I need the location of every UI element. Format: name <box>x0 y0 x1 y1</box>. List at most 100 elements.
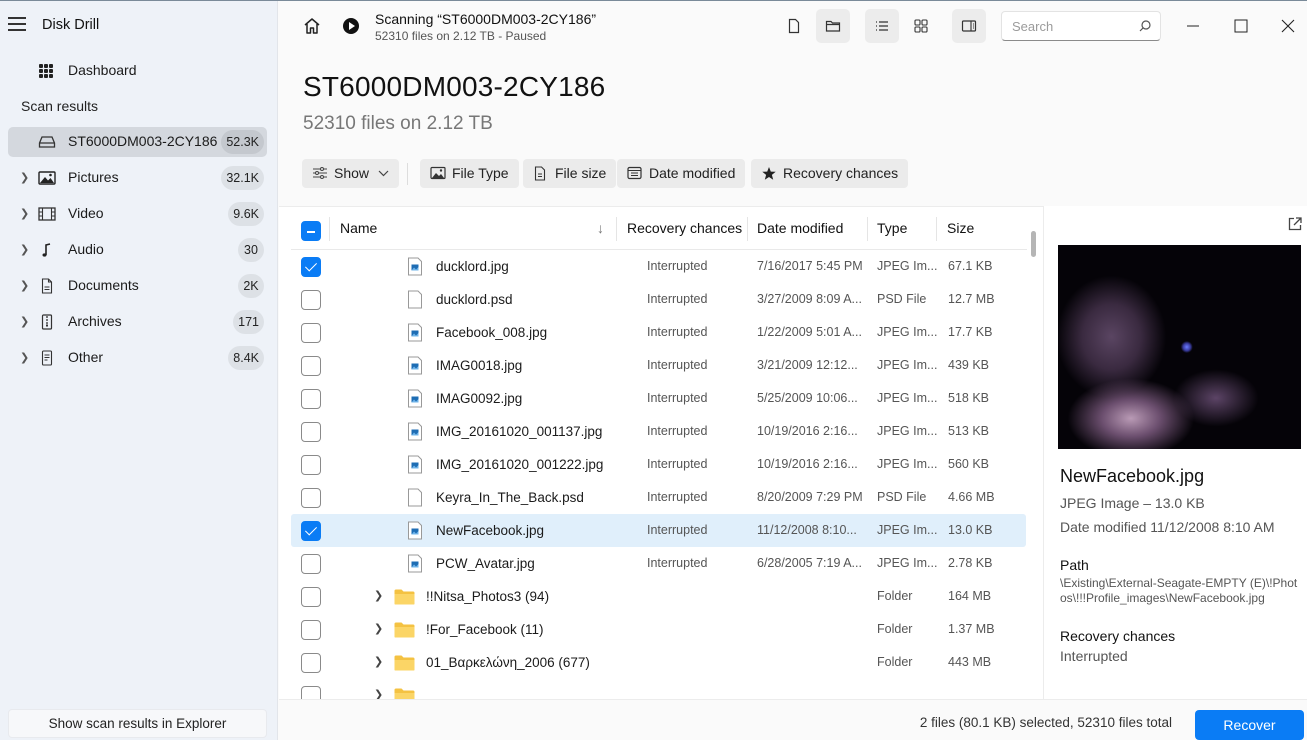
column-header-type[interactable]: Type <box>877 207 907 249</box>
file-row[interactable]: Keyra_In_The_Back.psd Interrupted 8/20/200… <box>291 481 1026 514</box>
blank-file-icon <box>408 290 422 309</box>
row-checkbox[interactable] <box>301 587 321 607</box>
preview-panel: NewFacebook.jpg JPEG Image – 13.0 KB Dat… <box>1043 206 1307 699</box>
sidebar-item-video[interactable]: ❯ Video 9.6K <box>8 199 267 229</box>
column-header-size[interactable]: Size <box>947 207 974 249</box>
file-type: Folder <box>877 589 913 603</box>
row-checkbox[interactable] <box>301 323 321 343</box>
file-view-button[interactable] <box>777 9 811 43</box>
expand-chevron-icon[interactable]: ❯ <box>374 646 383 679</box>
sidebar-item-st6000dm003-2cy186[interactable]: ST6000DM003-2CY186 52.3K <box>8 127 267 157</box>
expand-chevron-icon[interactable]: ❯ <box>374 580 383 613</box>
file-type: Folder <box>877 655 913 669</box>
sliders-icon <box>313 167 327 179</box>
select-all-checkbox[interactable] <box>301 221 321 241</box>
row-checkbox[interactable] <box>301 257 321 277</box>
vertical-scrollbar[interactable] <box>1031 231 1036 257</box>
row-checkbox[interactable] <box>301 488 321 508</box>
row-checkbox[interactable] <box>301 686 321 699</box>
row-checkbox[interactable] <box>301 356 321 376</box>
chevron-right-icon[interactable]: ❯ <box>20 207 29 220</box>
scan-title: Scanning “ST6000DM003-2CY186” <box>375 11 597 27</box>
file-size-label: File size <box>555 165 607 181</box>
row-checkbox[interactable] <box>301 455 321 475</box>
hamburger-menu-icon[interactable] <box>8 17 26 31</box>
search-input[interactable] <box>1002 12 1132 40</box>
list-view-button[interactable] <box>865 9 899 43</box>
file-type-filter[interactable]: File Type <box>420 159 519 188</box>
file-row[interactable]: IMG_20161020_001137.jpg Interrupted 10/19/… <box>291 415 1026 448</box>
close-icon[interactable] <box>1274 13 1302 39</box>
grid-view-button[interactable] <box>904 9 938 43</box>
home-icon[interactable] <box>303 17 321 35</box>
folder-row[interactable]: ❯ 01_Βαρκελώνη_2006 (677) Folder 443 MB <box>291 646 1026 679</box>
column-header-date[interactable]: Date modified <box>757 207 843 249</box>
recover-button[interactable]: Recover <box>1195 710 1304 740</box>
row-checkbox[interactable] <box>301 620 321 640</box>
page-subtitle: 52310 files on 2.12 TB <box>303 113 493 134</box>
show-filter-dropdown[interactable]: Show <box>302 159 400 188</box>
sidebar-item-label: Video <box>68 205 104 221</box>
folder-row[interactable]: ❯ !For_Facebook (11) Folder 1.37 MB <box>291 613 1026 646</box>
row-checkbox[interactable] <box>301 290 321 310</box>
picture-icon <box>38 171 56 185</box>
resume-scan-icon[interactable] <box>343 18 359 34</box>
recovery-chances-filter[interactable]: Recovery chances <box>751 159 909 188</box>
row-checkbox[interactable] <box>301 554 321 574</box>
folder-row[interactable]: ❯ <box>291 679 1026 699</box>
sidebar-item-dashboard[interactable]: Dashboard <box>8 57 266 83</box>
image-file-icon <box>408 356 422 375</box>
file-size-filter[interactable]: File size <box>523 159 617 188</box>
folder-row[interactable]: ❯ !!Nitsa_Photos3 (94) Folder 164 MB <box>291 580 1026 613</box>
expand-chevron-icon[interactable]: ❯ <box>374 679 383 699</box>
row-checkbox[interactable] <box>301 653 321 673</box>
date-modified-filter[interactable]: Date modified <box>617 159 746 188</box>
row-checkbox[interactable] <box>301 422 321 442</box>
column-divider <box>747 217 748 241</box>
sidebar-item-pictures[interactable]: ❯ Pictures 32.1K <box>8 163 267 193</box>
selection-status: 2 files (80.1 KB) selected, 52310 files … <box>919 715 1172 730</box>
grid-icon <box>39 64 53 78</box>
sidebar-item-label: Audio <box>68 241 104 257</box>
column-divider <box>867 217 868 241</box>
folder-icon <box>394 655 415 671</box>
folder-view-button[interactable] <box>816 9 850 43</box>
chevron-right-icon[interactable]: ❯ <box>20 315 29 328</box>
file-row[interactable]: NewFacebook.jpg Interrupted 11/12/2008 8:1… <box>291 514 1026 547</box>
list-icon <box>876 21 888 31</box>
preview-date-modified: Date modified 11/12/2008 8:10 AM <box>1060 519 1275 535</box>
chevron-right-icon[interactable]: ❯ <box>20 243 29 256</box>
preview-type-size: JPEG Image – 13.0 KB <box>1060 495 1205 511</box>
minimize-icon[interactable] <box>1179 13 1207 39</box>
maximize-icon[interactable] <box>1227 13 1255 39</box>
date-modified: 3/21/2009 12:12... <box>757 358 858 372</box>
toggle-preview-button[interactable] <box>952 9 986 43</box>
count-badge: 8.4K <box>228 346 264 370</box>
file-row[interactable]: Facebook_008.jpg Interrupted 1/22/2009 5:0… <box>291 316 1026 349</box>
file-row[interactable]: IMG_20161020_001222.jpg Interrupted 10/19/… <box>291 448 1026 481</box>
sidebar-item-documents[interactable]: ❯ Documents 2K <box>8 271 267 301</box>
sidebar-item-archives[interactable]: ❯ Archives 171 <box>8 307 267 337</box>
blank-file-icon <box>408 488 422 507</box>
column-header-recovery[interactable]: Recovery chances <box>627 207 742 249</box>
column-header-name[interactable]: Name ↓ <box>340 207 610 249</box>
row-checkbox[interactable] <box>301 389 321 409</box>
sidebar-item-audio[interactable]: ❯ Audio 30 <box>8 235 267 265</box>
show-in-explorer-button[interactable]: Show scan results in Explorer <box>8 709 267 738</box>
expand-chevron-icon[interactable]: ❯ <box>374 613 383 646</box>
recovery-chance: Interrupted <box>647 523 708 537</box>
file-row[interactable]: IMAG0018.jpg Interrupted 3/21/2009 12:12..… <box>291 349 1026 382</box>
chevron-right-icon[interactable]: ❯ <box>20 351 29 364</box>
file-row[interactable]: IMAG0092.jpg Interrupted 5/25/2009 10:06..… <box>291 382 1026 415</box>
document-icon <box>41 278 53 294</box>
sidebar-item-other[interactable]: ❯ Other 8.4K <box>8 343 267 373</box>
search-icon[interactable] <box>1138 19 1152 33</box>
chevron-right-icon[interactable]: ❯ <box>20 171 29 184</box>
file-name: PCW_Avatar.jpg <box>436 556 535 571</box>
file-row[interactable]: ducklord.psd Interrupted 3/27/2009 8:09 A.… <box>291 283 1026 316</box>
row-checkbox[interactable] <box>301 521 321 541</box>
file-row[interactable]: ducklord.jpg Interrupted 7/16/2017 5:45 PM… <box>291 250 1026 283</box>
open-external-icon[interactable] <box>1287 216 1303 232</box>
chevron-right-icon[interactable]: ❯ <box>20 279 29 292</box>
file-row[interactable]: PCW_Avatar.jpg Interrupted 6/28/2005 7:19 … <box>291 547 1026 580</box>
